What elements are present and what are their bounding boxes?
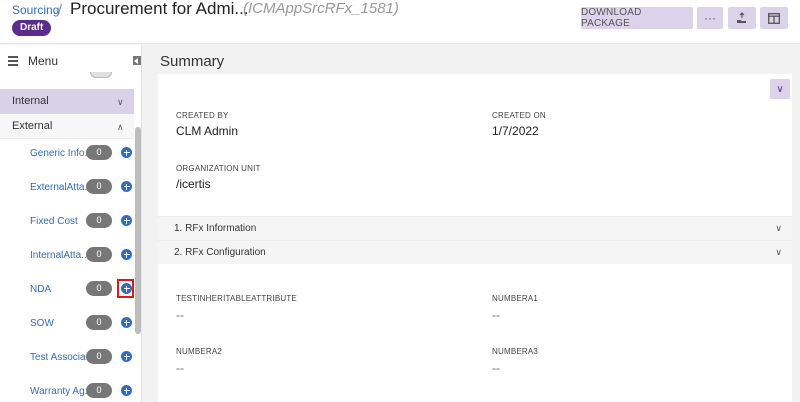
summary-title: Summary (160, 53, 225, 70)
section-label: Internal (12, 95, 49, 107)
sidebar-item-nda[interactable]: NDA 0 (0, 273, 134, 307)
hamburger-icon[interactable] (8, 56, 18, 66)
sidebar-item-label[interactable]: Generic Info... (30, 148, 93, 159)
sidebar-item-generic-info[interactable]: Generic Info... 0 (0, 137, 134, 171)
layout-toggle-button[interactable] (760, 7, 788, 29)
created-on-value: 1/7/2022 (492, 124, 539, 138)
count-badge: 0 (86, 145, 112, 160)
add-icon[interactable] (121, 147, 132, 158)
count-badge: 0 (86, 383, 112, 398)
numbera1-value: -- (492, 308, 500, 322)
count-badge: 0 (86, 315, 112, 330)
chevron-down-icon: ∨ (775, 247, 782, 257)
accordion-label: 1. RFx Information (174, 223, 257, 234)
expand-all-button[interactable]: ∨ (770, 79, 790, 99)
count-badge: 0 (86, 281, 112, 296)
accordion-label: 2. RFx Configuration (174, 247, 266, 258)
columns-icon (768, 12, 780, 24)
sidebar-item-label[interactable]: ExternalAtta... (30, 182, 93, 193)
more-options-button[interactable]: ··· (697, 7, 723, 29)
scroll-indicator (90, 72, 112, 78)
numbera1-label: NUMBERA1 (492, 294, 539, 303)
page-code: (ICMAppSrcRFx_1581) (243, 0, 399, 17)
created-by-value: CLM Admin (176, 124, 239, 138)
accordion-rfx-information[interactable]: 1. RFx Information ∨ (158, 216, 792, 240)
add-icon[interactable] (121, 385, 132, 396)
add-icon[interactable] (121, 351, 132, 362)
numbera3-label: NUMBERA3 (492, 347, 539, 356)
numbera2-value: -- (176, 361, 184, 375)
count-badge: 0 (86, 247, 112, 262)
highlight-box (117, 279, 134, 298)
created-on-label: CREATED ON (492, 111, 546, 120)
chevron-up-icon: ∧ (117, 122, 124, 132)
sidebar-item-label[interactable]: Fixed Cost (30, 216, 78, 227)
numbera3-value: -- (492, 361, 500, 375)
sidebar-item-warranty-agreement[interactable]: Warranty Ag... 0 (0, 375, 134, 402)
collapse-sidebar-icon[interactable] (133, 56, 141, 65)
sidebar-item-fixed-cost[interactable]: Fixed Cost 0 (0, 205, 134, 239)
section-external[interactable]: External ∧ (0, 114, 134, 139)
add-icon[interactable] (121, 317, 132, 328)
breadcrumb-sourcing[interactable]: Sourcing (12, 3, 59, 17)
breadcrumb-separator: / (58, 1, 62, 17)
chevron-down-icon: ∨ (775, 223, 782, 233)
double-chevron-down-icon: ∨ (776, 83, 784, 95)
sidebar-scrollbar[interactable] (135, 127, 141, 334)
hand-action-button[interactable] (728, 7, 756, 29)
sidebar-item-label[interactable]: SOW (30, 318, 54, 329)
sidebar-item-label[interactable]: Test Associa... (30, 352, 94, 363)
add-icon[interactable] (121, 215, 132, 226)
org-unit-label: ORGANIZATION UNIT (176, 164, 261, 173)
chevron-down-icon: ∨ (117, 97, 124, 107)
section-internal[interactable]: Internal ∨ (0, 89, 134, 114)
count-badge: 0 (86, 213, 112, 228)
add-icon[interactable] (121, 249, 132, 260)
sidebar-item-test-association[interactable]: Test Associa... 0 (0, 341, 134, 375)
accordion-rfx-configuration[interactable]: 2. RFx Configuration ∨ (158, 240, 792, 264)
sidebar-item-internal-attachments[interactable]: InternalAtta... 0 (0, 239, 134, 273)
download-package-button[interactable]: DOWNLOAD PACKAGE (581, 7, 693, 29)
page-header: Sourcing / Procurement for Admi... (ICMA… (0, 0, 800, 44)
add-icon[interactable] (121, 181, 132, 192)
page-title: Procurement for Admi... (70, 0, 249, 18)
sidebar-item-label[interactable]: NDA (30, 284, 51, 295)
menu-bar: Menu (0, 45, 141, 75)
sidebar-item-label[interactable]: InternalAtta... (30, 250, 89, 261)
sidebar-item-sow[interactable]: SOW 0 (0, 307, 134, 341)
section-label: External (12, 120, 53, 132)
status-badge: Draft (12, 20, 52, 36)
test-inheritable-value: -- (176, 308, 184, 322)
test-inheritable-label: TESTINHERITABLEATTRIBUTE (176, 294, 297, 303)
numbera2-label: NUMBERA2 (176, 347, 223, 356)
sidebar: Menu Internal ∨ External ∧ Generic Info.… (0, 45, 142, 402)
org-unit-value: /icertis (176, 177, 211, 191)
menu-label: Menu (28, 54, 59, 68)
sidebar-item-label[interactable]: Warranty Ag... (30, 386, 93, 397)
sidebar-item-external-attachments[interactable]: ExternalAtta... 0 (0, 171, 134, 205)
count-badge: 0 (86, 349, 112, 364)
count-badge: 0 (86, 179, 112, 194)
hand-icon (737, 12, 746, 23)
created-by-label: CREATED BY (176, 111, 229, 120)
